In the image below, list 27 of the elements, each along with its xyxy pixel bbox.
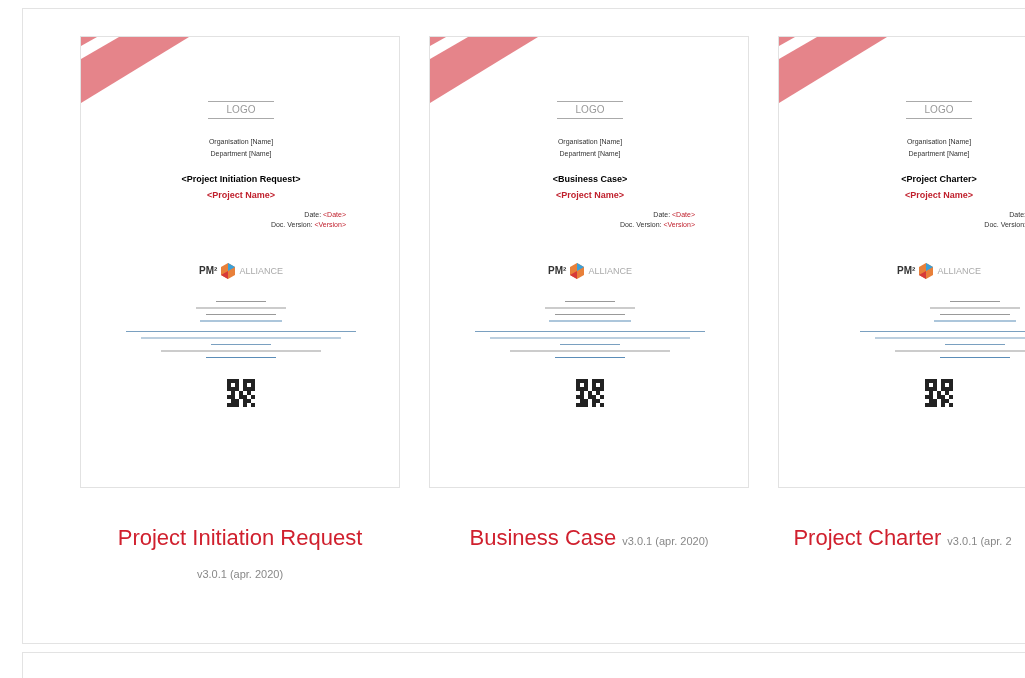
qr-code-icon bbox=[227, 379, 255, 407]
template-title-link[interactable]: Business Case bbox=[469, 520, 617, 556]
brand-mark-text: PM² bbox=[897, 266, 916, 276]
qr-code-icon bbox=[925, 379, 953, 407]
document-title: <Project Initiation Request> bbox=[181, 174, 301, 185]
document-title: <Business Case> bbox=[552, 174, 628, 185]
brand-name-text: ALLIANCE bbox=[937, 266, 981, 276]
project-name-text: <Project Name> bbox=[206, 190, 275, 201]
logo-placeholder: LOGO bbox=[557, 101, 623, 119]
version-date-text: v3.0.1 (apr. 2020) bbox=[622, 534, 709, 549]
brand-name-text: ALLIANCE bbox=[239, 266, 283, 276]
logo-placeholder: LOGO bbox=[906, 101, 972, 119]
project-name-text: <Project Name> bbox=[904, 190, 973, 201]
hexagon-logo-icon bbox=[220, 263, 237, 279]
version-date-text: v3.0.1 (apr. 2 bbox=[947, 534, 1012, 549]
logo-placeholder: LOGO bbox=[208, 101, 274, 119]
brand-mark-text: PM² bbox=[548, 266, 567, 276]
template-title-link[interactable]: Project Initiation Request bbox=[117, 520, 363, 556]
qr-code-icon bbox=[576, 379, 604, 407]
brand-mark-text: PM² bbox=[199, 266, 218, 276]
hexagon-logo-icon bbox=[918, 263, 935, 279]
brand-name-text: ALLIANCE bbox=[588, 266, 632, 276]
version-date-text: v3.0.1 (apr. 2020) bbox=[196, 567, 284, 582]
hexagon-logo-icon bbox=[569, 263, 586, 279]
template-title-link[interactable]: Project Charter bbox=[793, 520, 942, 556]
document-title: <Project Charter> bbox=[901, 174, 977, 185]
project-name-text: <Project Name> bbox=[555, 190, 624, 201]
